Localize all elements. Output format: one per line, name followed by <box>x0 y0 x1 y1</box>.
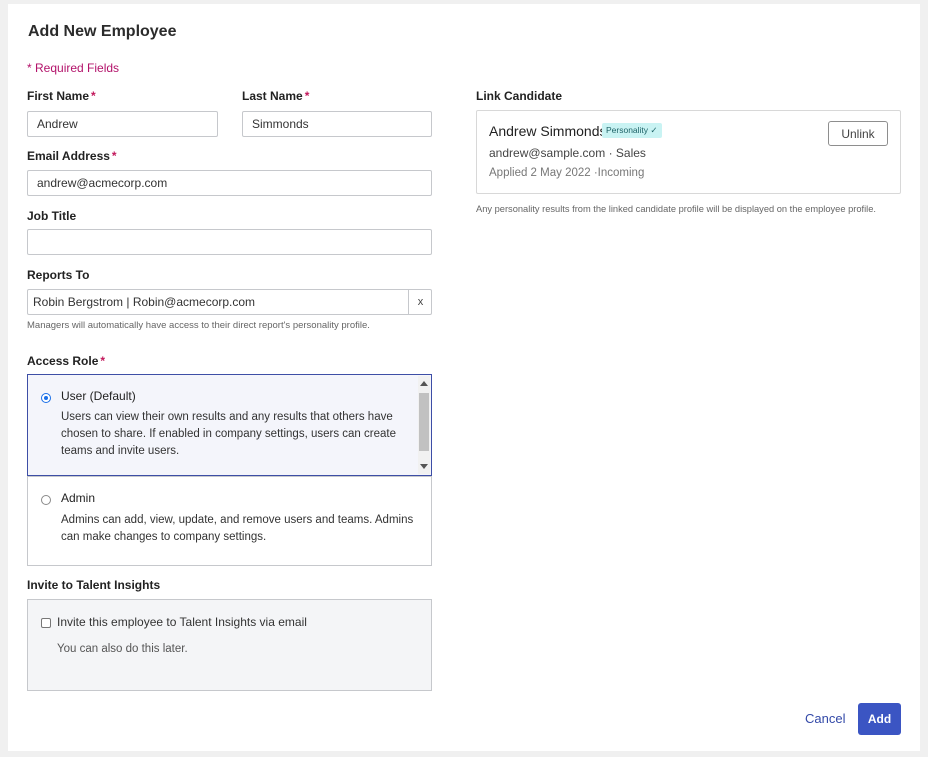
last-name-label-text: Last Name <box>242 89 303 103</box>
scroll-up-icon[interactable] <box>420 381 428 386</box>
role-user-description: Users can view their own results and any… <box>61 411 396 457</box>
role-option-admin[interactable]: Admin Admins can add, view, update, and … <box>27 476 432 566</box>
required-star: * <box>91 89 96 103</box>
last-name-label: Last Name * <box>242 89 309 103</box>
personality-badge: Personality ✓ <box>602 123 662 138</box>
last-name-input[interactable]: Simmonds <box>242 111 432 137</box>
role-admin-title: Admin <box>61 491 96 505</box>
first-name-input[interactable]: Andrew <box>27 111 218 137</box>
scroll-down-icon[interactable] <box>420 464 428 469</box>
candidate-applied: Applied 2 May 2022 ·Incoming <box>489 167 645 179</box>
job-title-label: Job Title <box>27 209 77 223</box>
link-candidate-label: Link Candidate <box>476 89 563 103</box>
job-title-input[interactable] <box>27 229 432 255</box>
required-star: * <box>111 149 117 163</box>
access-role-label: Access Role * <box>27 354 105 368</box>
access-role-label-text: Access Role <box>27 354 99 368</box>
cancel-button[interactable]: Cancel <box>805 711 845 726</box>
reports-to-label: Reports To <box>27 268 90 282</box>
invite-panel: Invite this employee to Talent Insights … <box>27 599 432 691</box>
scroll-thumb[interactable] <box>419 393 429 451</box>
link-candidate-hint: Any personality results from the linked … <box>476 204 876 214</box>
invite-checkbox[interactable] <box>41 618 51 628</box>
candidate-email: andrew@sample.com <box>489 146 606 160</box>
invite-later-note: You can also do this later. <box>57 643 188 655</box>
required-star: * <box>304 89 310 103</box>
role-option-user[interactable]: User (Default) Users can view their own … <box>27 374 432 476</box>
unlink-button[interactable]: Unlink <box>828 121 888 146</box>
email-input[interactable]: andrew@acmecorp.com <box>27 170 432 196</box>
add-employee-dialog: Add New Employee * Required Fields First… <box>8 4 920 751</box>
reports-to-value: Robin Bergstrom | Robin@acmecorp.com <box>33 295 256 309</box>
first-name-label-text: First Name <box>27 89 90 103</box>
reports-to-input[interactable]: Robin Bergstrom | Robin@acmecorp.com <box>27 289 432 315</box>
email-label: Email Address * <box>27 149 117 163</box>
role-user-radio[interactable] <box>41 393 51 403</box>
candidate-department: · Sales <box>608 146 646 160</box>
clear-reports-to-button[interactable]: x <box>408 289 432 315</box>
invite-label: Invite to Talent Insights <box>27 578 161 592</box>
role-admin-description: Admins can add, view, update, and remove… <box>61 514 414 543</box>
candidate-name: Andrew Simmonds <box>489 123 607 139</box>
required-star: * <box>100 354 106 368</box>
email-label-text: Email Address <box>27 149 110 163</box>
role-list-scrollbar[interactable] <box>418 376 430 474</box>
add-button[interactable]: Add <box>858 703 901 735</box>
first-name-label: First Name * <box>27 89 96 103</box>
linked-candidate-card: Andrew Simmonds Personality ✓ andrew@sam… <box>476 110 901 194</box>
invite-checkbox-label[interactable]: Invite this employee to Talent Insights … <box>57 615 307 629</box>
required-fields-note: * Required Fields <box>27 61 120 75</box>
role-user-title: User (Default) <box>61 389 136 403</box>
page-title: Add New Employee <box>28 23 177 40</box>
role-admin-radio[interactable] <box>41 495 51 505</box>
candidate-contact: andrew@sample.com · Sales <box>489 146 646 160</box>
reports-to-hint: Managers will automatically have access … <box>27 320 370 331</box>
